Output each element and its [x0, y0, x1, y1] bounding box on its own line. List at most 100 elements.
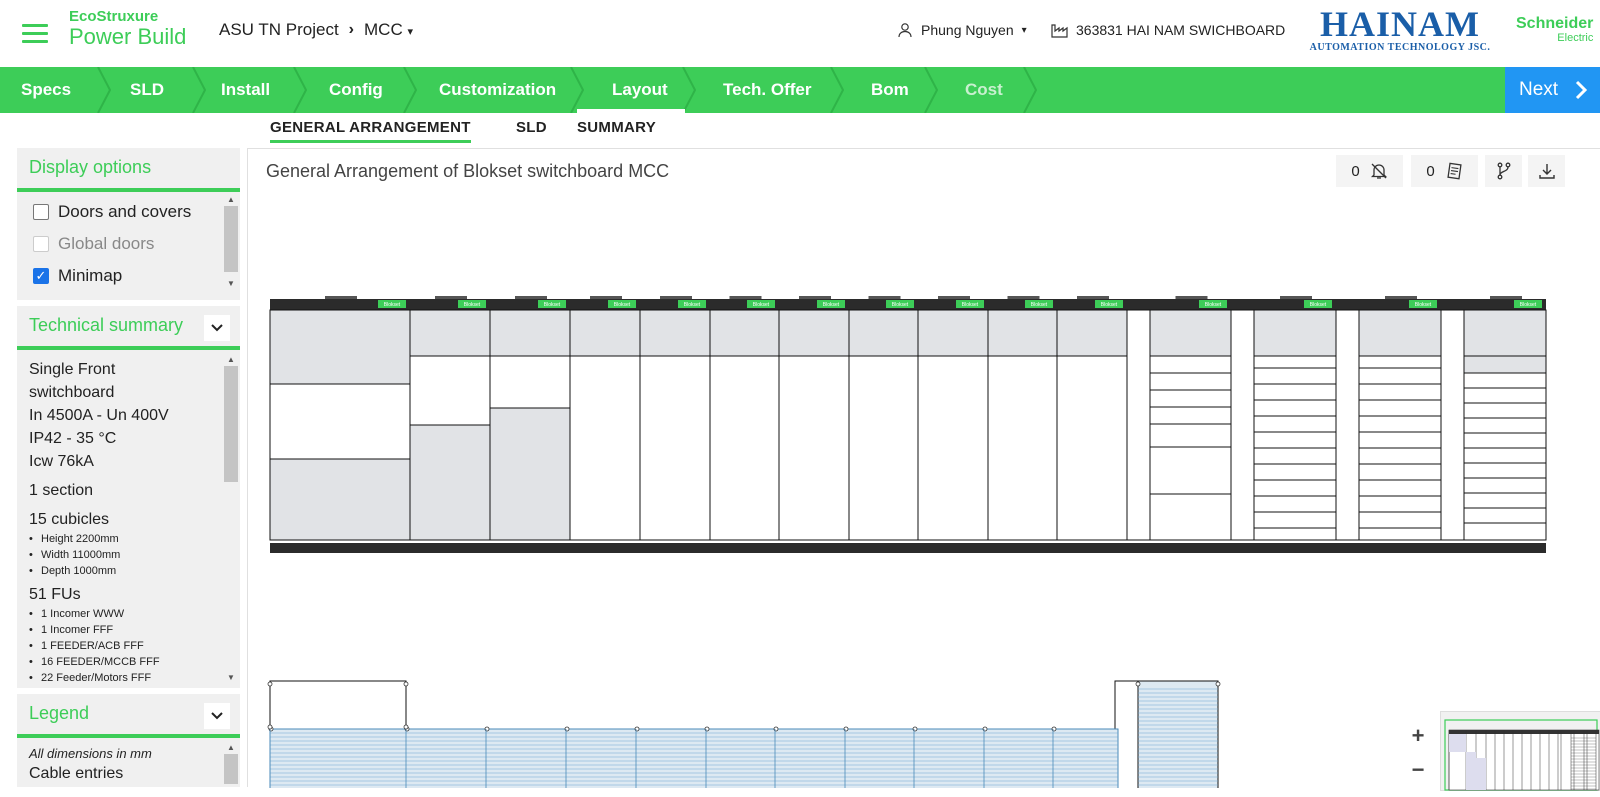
- cubicle: Blokset: [1056, 296, 1128, 541]
- notes-count: 0: [1426, 162, 1435, 180]
- step-cost[interactable]: Cost: [965, 67, 1003, 113]
- vent-grille: [938, 296, 970, 299]
- nameplate-label: Blokset: [684, 302, 701, 308]
- brand-line1: Schneider: [1516, 15, 1594, 32]
- cubicle: Blokset: [778, 296, 850, 541]
- chevron-down-icon[interactable]: [204, 315, 230, 341]
- functional-unit: [409, 309, 491, 357]
- general-arrangement-drawing[interactable]: Blokset Blokset Blokset Blokset Blokset Bloks…: [248, 149, 1600, 788]
- scroll-up-icon[interactable]: ▲: [224, 742, 238, 754]
- minimap-cell: [1466, 752, 1476, 790]
- tab-general-arrangement[interactable]: GENERAL ARRANGEMENT: [270, 119, 471, 143]
- zoom-out-button[interactable]: −: [1403, 753, 1433, 787]
- step-bom[interactable]: Bom: [871, 67, 909, 113]
- checkmark-icon[interactable]: ✓: [33, 268, 49, 284]
- legend-header[interactable]: Legend: [17, 694, 240, 738]
- nameplate-label: Blokset: [1205, 302, 1222, 308]
- functional-unit: [778, 355, 850, 541]
- scrollbar-thumb[interactable]: [224, 206, 238, 272]
- step-install[interactable]: Install: [221, 67, 270, 113]
- functional-unit: [569, 355, 641, 541]
- anchor-point: [1135, 681, 1141, 687]
- checkbox-box[interactable]: [33, 204, 49, 220]
- chevron-right-icon: ›: [348, 21, 354, 38]
- checkbox-minimap[interactable]: ✓ Minimap: [17, 260, 240, 292]
- anchor-point: [403, 724, 409, 730]
- download-button[interactable]: [1528, 155, 1565, 187]
- cubicle: Blokset: [1463, 296, 1547, 541]
- summary-line: Single Front: [29, 361, 116, 378]
- branch-icon: [1497, 162, 1510, 180]
- step-tech-offer[interactable]: Tech. Offer: [723, 67, 811, 113]
- technical-summary-title: Technical summary: [29, 315, 184, 335]
- nameplate-label: Blokset: [1310, 302, 1327, 308]
- step-customization[interactable]: Customization: [439, 67, 556, 113]
- checkbox-label: Minimap: [58, 266, 123, 285]
- anchor-point: [267, 681, 273, 687]
- step-sld[interactable]: SLD: [130, 67, 164, 113]
- cubicle: Blokset: [917, 296, 989, 541]
- hamburger-icon[interactable]: [22, 24, 48, 44]
- functional-unit: [639, 355, 711, 541]
- caret-down-icon: ▾: [1021, 24, 1027, 36]
- functional-unit: [409, 355, 491, 426]
- tab-sld[interactable]: SLD: [516, 119, 547, 136]
- step-layout[interactable]: Layout: [612, 67, 668, 113]
- scrollbar[interactable]: ▲ ▼: [224, 354, 238, 684]
- scrollbar[interactable]: ▲ ▼: [224, 194, 238, 290]
- switchboard-selector[interactable]: MCC ▾: [364, 20, 413, 40]
- project-code-text: 363831 HAI NAM SWICHBOARD: [1076, 22, 1286, 38]
- scroll-down-icon[interactable]: ▼: [224, 278, 238, 290]
- partner-name: HAINAM: [1320, 4, 1480, 44]
- legend-body: All dimensions in mm Cable entries ▲: [17, 738, 240, 787]
- partner-subtitle: AUTOMATION TECHNOLOGY JSC.: [1309, 42, 1491, 53]
- alerts-button[interactable]: 0: [1336, 155, 1403, 187]
- functional-unit: [848, 309, 919, 357]
- vent-grille: [590, 296, 622, 299]
- scrollbar-thumb[interactable]: [224, 366, 238, 482]
- scrollbar-thumb[interactable]: [224, 754, 238, 784]
- scroll-down-icon[interactable]: ▼: [224, 672, 238, 684]
- vent-grille: [729, 296, 762, 299]
- summary-sections: 1 section: [29, 482, 94, 499]
- user-menu[interactable]: Phung Nguyen ▾: [897, 22, 1027, 38]
- breadcrumb-project[interactable]: ASU TN Project: [219, 20, 339, 40]
- next-button[interactable]: Next: [1505, 67, 1600, 113]
- user-name: Phung Nguyen: [921, 22, 1014, 38]
- functional-unit: [269, 383, 411, 460]
- switchboard-top-view: [267, 680, 1221, 788]
- functional-unit: [709, 309, 780, 357]
- branch-button[interactable]: [1485, 155, 1522, 187]
- vent-grille: [1007, 296, 1040, 299]
- notes-button[interactable]: 0: [1411, 155, 1478, 187]
- functional-unit: [1126, 309, 1151, 541]
- plinth-outline: [269, 680, 407, 730]
- switchboard-name: MCC: [364, 20, 403, 39]
- workflow-steps: Specs SLD Install Config Customization Layout…: [0, 67, 1600, 113]
- functional-unit: [1230, 309, 1255, 541]
- step-specs[interactable]: Specs: [21, 67, 71, 113]
- anchor-point: [403, 681, 409, 687]
- scrollbar[interactable]: ▲: [224, 742, 238, 787]
- user-icon: [898, 23, 912, 38]
- technical-summary-header[interactable]: Technical summary: [17, 306, 240, 350]
- scroll-up-icon[interactable]: ▲: [224, 354, 238, 366]
- step-config[interactable]: Config: [329, 67, 383, 113]
- caret-down-icon: ▾: [407, 26, 413, 38]
- bell-off-icon: [1370, 163, 1387, 179]
- zoom-in-button[interactable]: +: [1403, 719, 1433, 753]
- drawing-canvas[interactable]: Blokset Blokset Blokset Blokset Blokset Bloks…: [247, 148, 1600, 791]
- cubicle: Blokset: [987, 296, 1058, 541]
- checkbox-doors-and-covers[interactable]: Doors and covers: [17, 196, 240, 228]
- step-separator-icon: [293, 67, 307, 113]
- chevron-right-icon: [1574, 67, 1588, 131]
- summary-dim: Depth 1000mm: [29, 563, 228, 579]
- tab-summary[interactable]: SUMMARY: [577, 119, 656, 136]
- functional-unit: [1149, 309, 1232, 357]
- minimap[interactable]: [1440, 711, 1600, 791]
- nameplate-label: Blokset: [892, 302, 909, 308]
- breadcrumb: ASU TN Project › MCC ▾: [219, 20, 413, 40]
- cubicle: Blokset: [1253, 296, 1337, 541]
- chevron-down-icon[interactable]: [204, 703, 230, 729]
- scroll-up-icon[interactable]: ▲: [224, 194, 238, 206]
